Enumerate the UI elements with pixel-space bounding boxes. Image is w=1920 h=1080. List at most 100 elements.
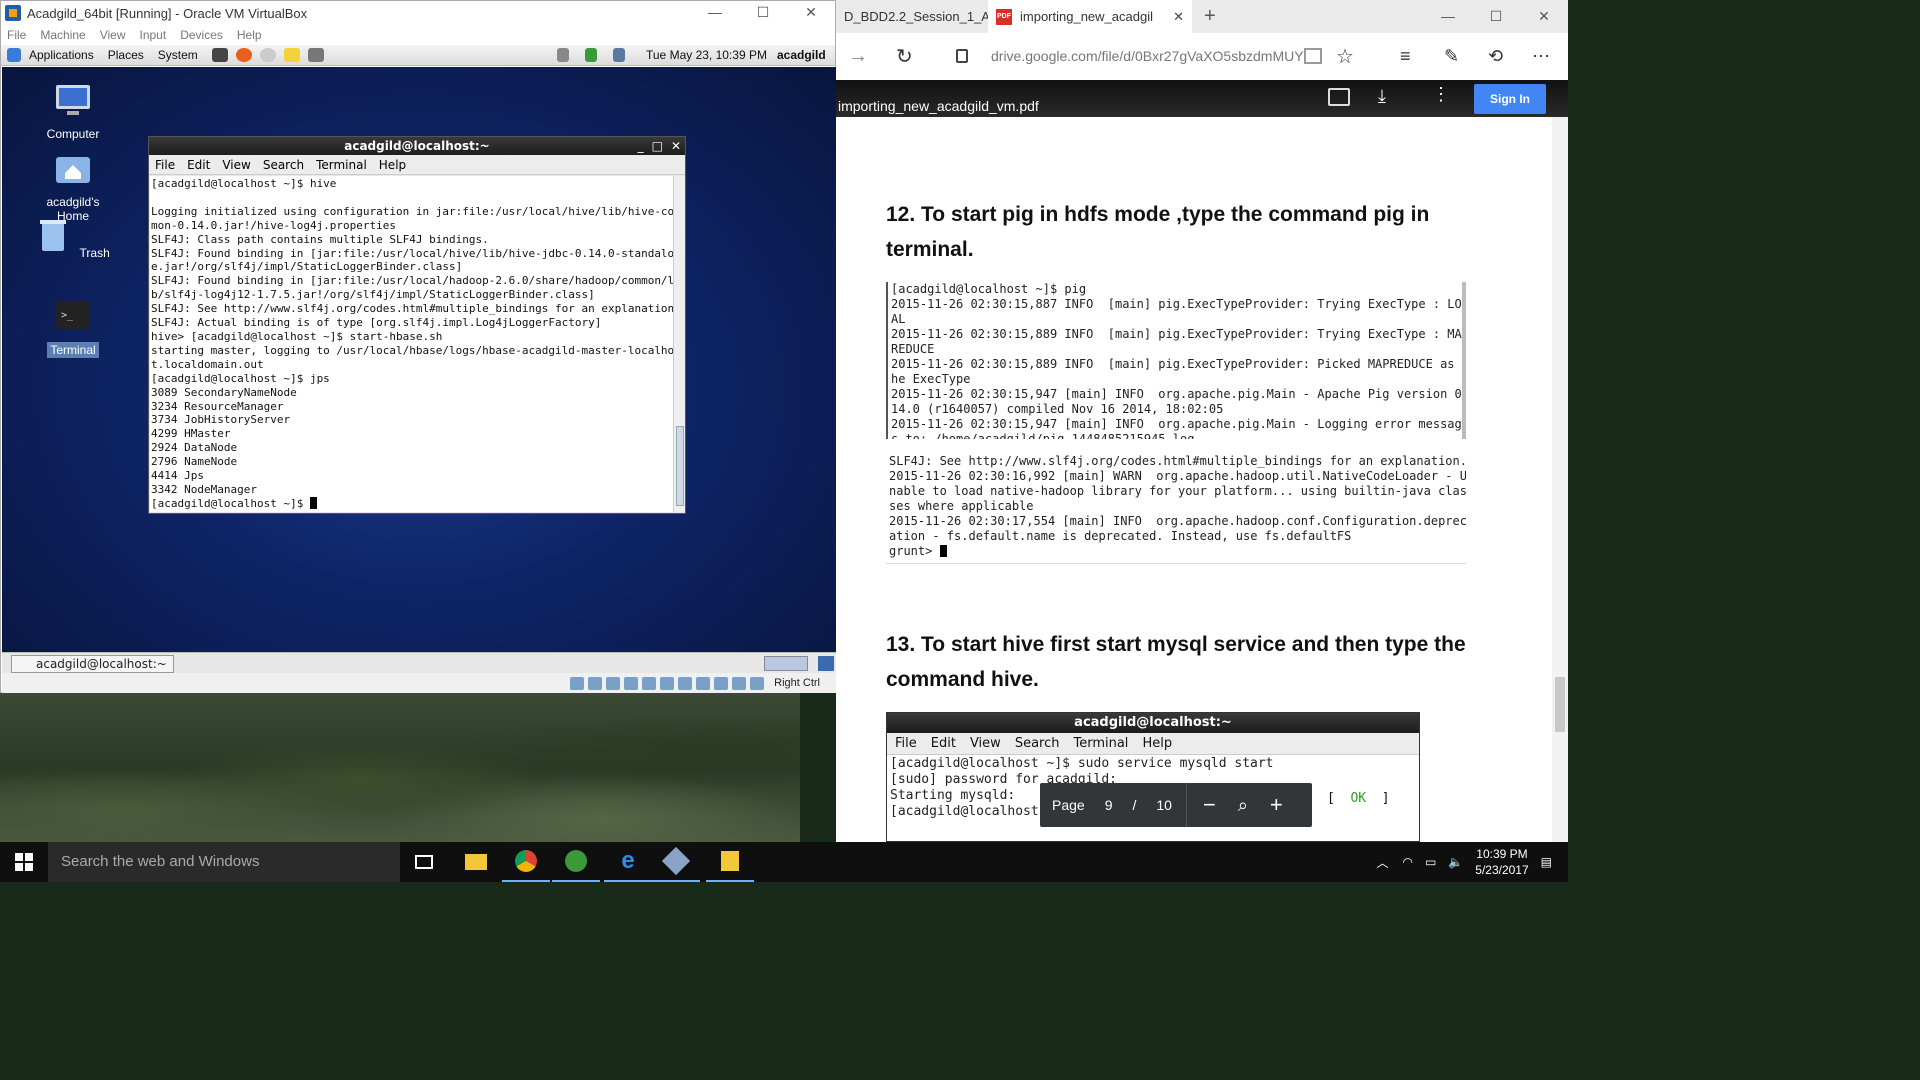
edge-icon[interactable]: e — [604, 842, 652, 882]
mail-icon[interactable] — [259, 48, 276, 62]
tab-session[interactable]: D_BDD2.2_Session_1_Ass — [836, 0, 1003, 33]
edge-maximize-button[interactable]: ☐ — [1472, 5, 1520, 27]
terminal-menu-help[interactable]: Help — [379, 158, 406, 172]
hdd-icon — [570, 676, 585, 690]
page-scrollbar[interactable] — [1552, 117, 1568, 842]
vbox-menu-help[interactable]: Help — [237, 28, 262, 42]
panel-system[interactable]: System — [158, 48, 198, 62]
address-bar-row: → ↻ drive.google.com/file/d/0Bxr27gVaXO5… — [836, 33, 1568, 79]
tab-pdf[interactable]: PDF importing_new_acadgil ✕ — [988, 0, 1192, 33]
minimize-button[interactable]: — — [691, 1, 739, 23]
terminal-menu-terminal[interactable]: Terminal — [316, 158, 367, 172]
terminal-close-button[interactable]: ✕ — [671, 137, 681, 155]
firefox-icon[interactable] — [235, 48, 252, 62]
tray-chevron-icon[interactable]: ︿ — [1376, 854, 1388, 871]
maximize-button[interactable]: ☐ — [739, 1, 787, 23]
reading-view-icon[interactable] — [1304, 48, 1322, 64]
task-view-icon[interactable] — [400, 842, 448, 882]
edge-minimize-button[interactable]: — — [1424, 5, 1472, 27]
vbox-menu-machine[interactable]: Machine — [40, 28, 85, 42]
desktop-terminal[interactable]: >_ Terminal — [28, 299, 118, 358]
favorite-star-icon[interactable]: ☆ — [1336, 44, 1354, 69]
network-icon[interactable] — [585, 48, 597, 62]
file-explorer-icon[interactable] — [452, 842, 500, 882]
terminal-line: 4299 HMaster — [151, 427, 231, 441]
new-tab-button[interactable]: + — [1204, 5, 1216, 28]
edge-close-button[interactable]: ✕ — [1520, 5, 1568, 27]
terminal-menu-file[interactable]: File — [155, 158, 175, 172]
folder-app-icon[interactable] — [706, 842, 754, 882]
page-total: 10 — [1156, 797, 1172, 813]
terminal-line: SLF4J: Actual binding is of type [org.sl… — [151, 316, 602, 330]
sign-in-button[interactable]: Sign In — [1474, 84, 1546, 114]
volume-icon[interactable] — [557, 48, 569, 62]
vbox-titlebar: Acadgild_64bit [Running] - Oracle VM Vir… — [1, 1, 835, 25]
taskbar-search-box[interactable]: Search the web and Windows — [48, 842, 400, 882]
download-icon[interactable]: ⤓ — [1378, 86, 1386, 107]
workspace-switcher[interactable] — [764, 656, 808, 671]
hub-icon[interactable]: ≡ — [1400, 46, 1411, 67]
terminal-scrollbar[interactable] — [673, 176, 685, 512]
vbox-menu-devices[interactable]: Devices — [180, 28, 223, 42]
pig-screenshot-2: SLF4J: See http://www.slf4j.org/codes.ht… — [886, 454, 1466, 564]
screenshot-icon[interactable] — [307, 48, 324, 62]
panel-clock[interactable]: Tue May 23, 10:39 PM — [646, 48, 767, 62]
wifi-icon[interactable]: ◠ — [1402, 855, 1412, 869]
battery-icon[interactable] — [613, 48, 625, 62]
vbox-menu-input[interactable]: Input — [140, 28, 167, 42]
notes-icon[interactable] — [283, 48, 300, 62]
terminal-menu-view[interactable]: View — [222, 158, 250, 172]
speaker-icon[interactable]: 🔈 — [1448, 855, 1463, 869]
panel-applications[interactable]: Applications — [7, 48, 94, 62]
print-icon[interactable] — [1328, 88, 1350, 106]
web-note-icon[interactable]: ✎ — [1444, 46, 1459, 67]
more-icon[interactable]: ⋯ — [1532, 46, 1550, 67]
vbox-menu-file[interactable]: File — [7, 28, 26, 42]
terminal-minimize-button[interactable]: _ — [638, 137, 644, 155]
usb-icon — [642, 676, 657, 690]
keyboard-icon — [750, 676, 765, 690]
page-current[interactable]: 9 — [1105, 797, 1113, 813]
forward-icon[interactable]: → — [848, 45, 868, 68]
refresh-icon[interactable]: ↻ — [896, 44, 913, 69]
url-field[interactable]: drive.google.com/file/d/0Bxr27gVaXO5sbzd… — [991, 48, 1304, 64]
desktop-home[interactable]: acadgild's Home — [28, 151, 118, 224]
terminal-line: [acadgild@localhost ~]$ hive — [151, 177, 337, 190]
panel-user[interactable]: acadgild — [777, 48, 826, 62]
start-button[interactable] — [0, 842, 48, 882]
vbox-menu-view[interactable]: View — [100, 28, 126, 42]
terminal-maximize-button[interactable]: □ — [652, 137, 663, 155]
terminal-titlebar: acadgild@localhost:~ _ □ ✕ — [149, 137, 685, 155]
desktop-trash[interactable]: Trash — [28, 217, 118, 261]
pig-log-line: 2015-11-26 02:30:15,889 INFO [main] pig.… — [891, 327, 1466, 341]
windows-taskbar: Search the web and Windows e ︿ ◠ ▭ 🔈 10:… — [0, 842, 1568, 882]
zoom-out-icon[interactable]: − — [1203, 792, 1216, 818]
terminal-output[interactable]: [acadgild@localhost ~]$ hive Logging ini… — [150, 176, 674, 512]
globe-app-icon[interactable] — [552, 842, 600, 882]
action-center-icon[interactable]: ▤ — [1541, 855, 1552, 869]
tray-clock[interactable]: 10:39 PM 5/23/2017 — [1475, 846, 1528, 878]
terminal-prompt-line[interactable]: [acadgild@localhost ~]$ — [151, 496, 673, 511]
pig-log-line: 2015-11-26 02:30:15,887 INFO [main] pig.… — [891, 297, 1466, 311]
terminal-menu-search[interactable]: Search — [263, 158, 304, 172]
panel-places[interactable]: Places — [108, 48, 144, 62]
close-tab-icon[interactable]: ✕ — [1173, 9, 1184, 25]
desktop-computer[interactable]: Computer — [28, 83, 118, 142]
close-button[interactable]: ✕ — [787, 1, 835, 23]
trash-applet-icon[interactable] — [818, 656, 834, 671]
battery-tray-icon[interactable]: ▭ — [1425, 855, 1436, 869]
pdf-filename: importing_new_acadgild_vm.pdf — [838, 98, 1039, 114]
terminal-scroll-thumb[interactable] — [676, 426, 684, 506]
terminal-menu-edit[interactable]: Edit — [187, 158, 210, 172]
chrome-icon[interactable] — [502, 842, 550, 882]
zoom-in-icon[interactable]: + — [1270, 792, 1283, 818]
share-icon[interactable]: ⟲ — [1488, 46, 1503, 67]
virtualbox-taskbar-icon[interactable] — [652, 842, 700, 882]
page-scroll-thumb[interactable] — [1555, 677, 1565, 732]
gnome-foot-icon — [7, 48, 21, 62]
more-actions-icon[interactable]: ⋮ — [1432, 84, 1450, 105]
zoom-icon[interactable]: ⌕ — [1238, 795, 1248, 816]
svg-text:>_: >_ — [61, 310, 74, 321]
taskbar-terminal-button[interactable]: acadgild@localhost:~ — [11, 655, 174, 673]
terminal-launcher-icon[interactable] — [211, 48, 228, 62]
